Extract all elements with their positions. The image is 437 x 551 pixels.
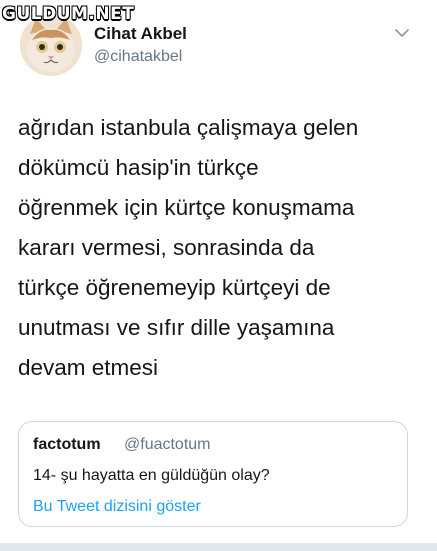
tweet-text: ağrıdan istanbula çalişmaya gelen dökümc… xyxy=(18,108,423,388)
tweet-line: dökümcü hasip'in türkçe xyxy=(18,155,259,180)
tweet-line: öğrenmek için kürtçe konuşmama xyxy=(18,195,355,220)
tweet-line: unutması ve sıfır dille yaşamına xyxy=(18,315,335,340)
quoted-author-name: factotum xyxy=(33,436,101,453)
site-watermark: GULDUM.NET xyxy=(2,4,135,24)
chevron-down-icon[interactable] xyxy=(393,26,411,40)
quoted-tweet-card[interactable]: factotum @fuactotum 14- şu hayatta en gü… xyxy=(18,421,408,527)
tweet-line: devam etmesi xyxy=(18,355,159,380)
bottom-divider xyxy=(0,543,437,551)
author-handle[interactable]: @cihatakbel xyxy=(94,48,182,66)
author-name[interactable]: Cihat Akbel xyxy=(94,24,187,44)
tweet-line: kararı vermesi, sonrasinda da xyxy=(18,235,315,260)
quoted-author-handle: @fuactotum xyxy=(124,436,211,453)
tweet-line: ağrıdan istanbula çalişmaya gelen xyxy=(18,115,359,140)
tweet-line: türkçe öğrenemeyip kürtçeyi de xyxy=(18,275,331,300)
quoted-tweet-text: 14- şu hayatta en güldüğün olay? xyxy=(33,467,270,484)
show-thread-link[interactable]: Bu Tweet dizisini göster xyxy=(33,498,201,516)
